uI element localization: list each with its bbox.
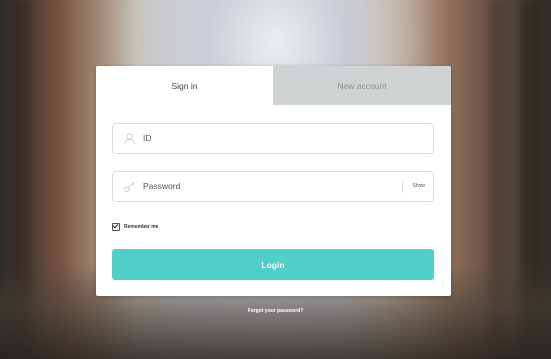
password-field[interactable]: Password Show (112, 171, 434, 202)
id-field[interactable]: ID (112, 123, 434, 154)
divider (402, 181, 403, 193)
background-shade (488, 0, 506, 359)
forgot-password-link[interactable]: Forgot your password? (0, 308, 551, 314)
user-icon (123, 132, 136, 145)
login-button[interactable]: Login (112, 249, 434, 280)
tab-sign-in[interactable]: Sign in (96, 66, 273, 105)
remember-me-checkbox[interactable] (112, 223, 120, 231)
password-placeholder: Password (143, 181, 181, 191)
id-placeholder: ID (143, 133, 152, 143)
remember-me-row: Remember me (112, 222, 158, 232)
background-shade (46, 0, 62, 359)
key-icon (123, 180, 136, 193)
auth-tabs: Sign in New account (96, 66, 451, 105)
login-card: Sign in New account ID Password Show Rem… (96, 66, 451, 296)
background-shade (12, 0, 32, 359)
tab-new-account[interactable]: New account (273, 66, 451, 105)
background-shade (520, 0, 542, 359)
remember-me-label: Remember me (124, 224, 159, 230)
show-password-button[interactable]: Show (412, 172, 425, 201)
